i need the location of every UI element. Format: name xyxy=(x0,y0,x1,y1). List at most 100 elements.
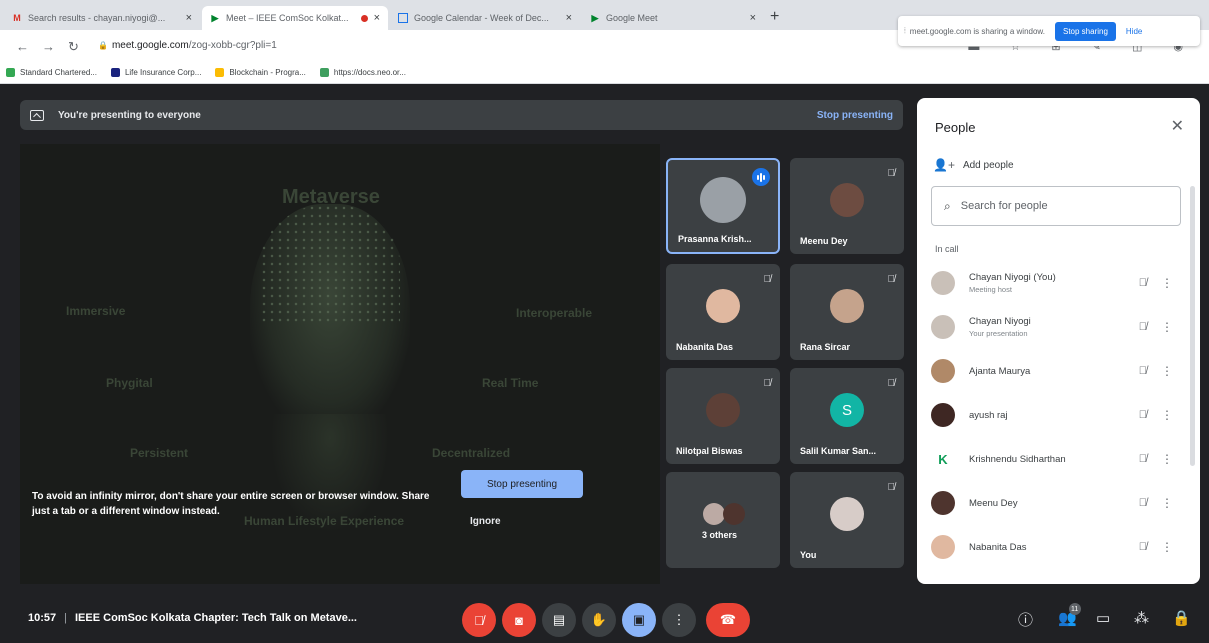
bookmark-label: Blockchain - Progra... xyxy=(229,68,306,77)
mic-off-icon: 🎙̸ xyxy=(474,612,484,628)
mic-off-button[interactable]: 🎙̸ xyxy=(462,603,496,637)
add-people-label: Add people xyxy=(962,159,1014,171)
captions-button[interactable]: ▤ xyxy=(542,603,576,637)
avatar xyxy=(931,403,955,427)
bookmark-icon xyxy=(319,68,329,77)
host-controls-icon[interactable]: 🔒 xyxy=(1172,609,1191,627)
people-panel: People ✕ 👤+ Add people ⌕ Search for peop… xyxy=(917,98,1200,584)
participant-tile[interactable]: Prasanna Krish... xyxy=(666,158,780,254)
mic-off-icon: 🎙̸ xyxy=(887,168,896,179)
camera-off-icon: ◙ xyxy=(515,612,523,628)
search-input[interactable]: ⌕ Search for people xyxy=(931,186,1181,226)
gmail-icon: M xyxy=(13,13,21,23)
mic-off-icon: 🎙̸ xyxy=(887,378,896,389)
meeting-details-icon[interactable]: ⓘ xyxy=(1018,609,1033,630)
bookmark-blockchain[interactable]: Blockchain - Progra... xyxy=(215,68,306,77)
present-screen-icon xyxy=(30,109,44,121)
bookmark-standard-chartered[interactable]: Standard Chartered... xyxy=(6,68,97,77)
mic-off-icon[interactable]: 🎙̸ xyxy=(1139,321,1147,333)
reload-icon[interactable]: ↻ xyxy=(68,39,79,55)
participant-row[interactable]: Meenu Dey 🎙̸ ⋮ xyxy=(931,482,1181,524)
close-tab-icon[interactable]: × xyxy=(566,12,572,24)
participant-row[interactable]: Chayan Niyogi (You) Meeting host 🎙̸ ⋮ xyxy=(931,262,1181,304)
present-button[interactable]: ▣ xyxy=(622,603,656,637)
mic-off-icon[interactable]: 🎙̸ xyxy=(1139,365,1147,377)
activities-icon[interactable]: ⁂ xyxy=(1134,609,1149,627)
close-tab-icon[interactable]: × xyxy=(750,12,756,24)
bookmark-lic[interactable]: Life Insurance Corp... xyxy=(110,68,201,77)
captions-icon: ▤ xyxy=(552,612,566,627)
participant-name: Chayan Niyogi xyxy=(969,316,1031,327)
mic-off-icon[interactable]: 🎙̸ xyxy=(1139,409,1147,421)
participant-row[interactable]: K Krishnendu Sidharthan 🎙̸ ⋮ xyxy=(931,438,1181,480)
self-tile[interactable]: 🎙̸ You xyxy=(790,472,904,568)
more-options-button[interactable]: ⋮ xyxy=(662,603,696,637)
stop-presenting-link[interactable]: Stop presenting xyxy=(817,110,893,121)
scrollbar[interactable] xyxy=(1190,186,1195,466)
search-icon: ⌕ xyxy=(944,198,951,213)
mic-off-icon[interactable]: 🎙̸ xyxy=(1139,541,1147,553)
tab-title: Google Meet xyxy=(606,13,658,23)
mic-off-icon[interactable]: 🎙̸ xyxy=(1139,277,1147,289)
bookmark-docs-neo[interactable]: https://docs.neo.or... xyxy=(319,68,406,77)
others-tile[interactable]: 3 others xyxy=(666,472,780,568)
avatar xyxy=(931,315,955,339)
forward-icon[interactable]: → xyxy=(42,39,55,54)
raise-hand-button[interactable]: ✋ xyxy=(582,603,616,637)
mic-off-icon[interactable]: 🎙̸ xyxy=(1139,497,1147,509)
url-field[interactable]: 🔒 meet.google.com/zog-xobb-cgr?pli=1 xyxy=(98,40,277,51)
camera-off-button[interactable]: ◙ xyxy=(502,603,536,637)
calendar-icon xyxy=(398,13,408,23)
tab-gmail[interactable]: M Search results - chayan.niyogi@... × xyxy=(4,6,200,30)
stop-sharing-button[interactable]: Stop sharing xyxy=(1054,21,1116,41)
others-label: 3 others xyxy=(702,530,738,540)
avatar: S xyxy=(830,393,864,428)
meeting-info: 10:57 | IEEE ComSoc Kolkata Chapter: Tech … xyxy=(28,612,357,624)
participant-row[interactable]: Nabanita Das 🎙̸ ⋮ xyxy=(931,526,1181,568)
avatar xyxy=(830,183,864,218)
participant-tile[interactable]: 🎙̸ Rana Sircar xyxy=(790,264,904,360)
hang-up-icon: ☎ xyxy=(719,612,737,627)
more-options-icon[interactable]: ⋮ xyxy=(1161,540,1173,554)
participant-row[interactable]: Ajanta Maurya 🎙̸ ⋮ xyxy=(931,350,1181,392)
slide-word: Immersive xyxy=(66,304,126,318)
slide-title: Metaverse xyxy=(282,186,380,208)
url-path: /zog-xobb-cgr?pli=1 xyxy=(188,40,277,51)
back-icon[interactable]: ← xyxy=(16,39,29,54)
close-icon[interactable]: ✕ xyxy=(1171,116,1184,136)
participant-row[interactable]: ayush raj 🎙̸ ⋮ xyxy=(931,394,1181,436)
add-person-icon: 👤+ xyxy=(933,158,955,172)
more-options-icon[interactable]: ⋮ xyxy=(1161,364,1173,378)
hide-button[interactable]: Hide xyxy=(1126,27,1142,36)
more-options-icon[interactable]: ⋮ xyxy=(1161,320,1173,334)
participant-tile[interactable]: 🎙̸ Meenu Dey xyxy=(790,158,904,254)
new-tab-button[interactable]: + xyxy=(770,8,779,26)
avatar xyxy=(706,289,740,324)
close-tab-icon[interactable]: × xyxy=(186,12,192,24)
tab-meet-active[interactable]: ▶ Meet – IEEE ComSoc Kolkat... × xyxy=(202,6,388,30)
participant-row[interactable]: Chayan Niyogi Your presentation 🎙̸ ⋮ xyxy=(931,306,1181,348)
add-people-button[interactable]: 👤+ Add people xyxy=(933,158,1014,172)
ignore-button[interactable]: Ignore xyxy=(470,516,501,527)
avatar xyxy=(931,535,955,559)
participant-tile[interactable]: 🎙̸ Nilotpal Biswas xyxy=(666,368,780,464)
people-button[interactable]: 👥 11 xyxy=(1058,603,1081,627)
more-options-icon[interactable]: ⋮ xyxy=(1161,496,1173,510)
more-options-icon[interactable]: ⋮ xyxy=(1161,276,1173,290)
present-screen-icon: ▣ xyxy=(632,612,646,627)
mic-off-icon[interactable]: 🎙̸ xyxy=(1139,453,1147,465)
participant-tile[interactable]: 🎙̸ Nabanita Das xyxy=(666,264,780,360)
presenting-banner: You're presenting to everyone Stop prese… xyxy=(20,100,903,130)
participant-role: Meeting host xyxy=(969,285,1012,294)
tab-calendar[interactable]: Google Calendar - Week of Dec... × xyxy=(390,6,580,30)
participant-tile[interactable]: S 🎙̸ Salil Kumar San... xyxy=(790,368,904,464)
more-options-icon[interactable]: ⋮ xyxy=(1161,408,1173,422)
avatar xyxy=(830,497,864,532)
more-options-icon[interactable]: ⋮ xyxy=(1161,452,1173,466)
close-tab-icon[interactable]: × xyxy=(374,12,380,24)
leave-call-button[interactable]: ☎ xyxy=(706,603,750,637)
tab-google-meet[interactable]: ▶ Google Meet × xyxy=(582,6,764,30)
avatar xyxy=(706,393,740,428)
chat-icon[interactable]: ▭ xyxy=(1096,609,1110,627)
stop-presenting-button[interactable]: Stop presenting xyxy=(461,470,583,498)
